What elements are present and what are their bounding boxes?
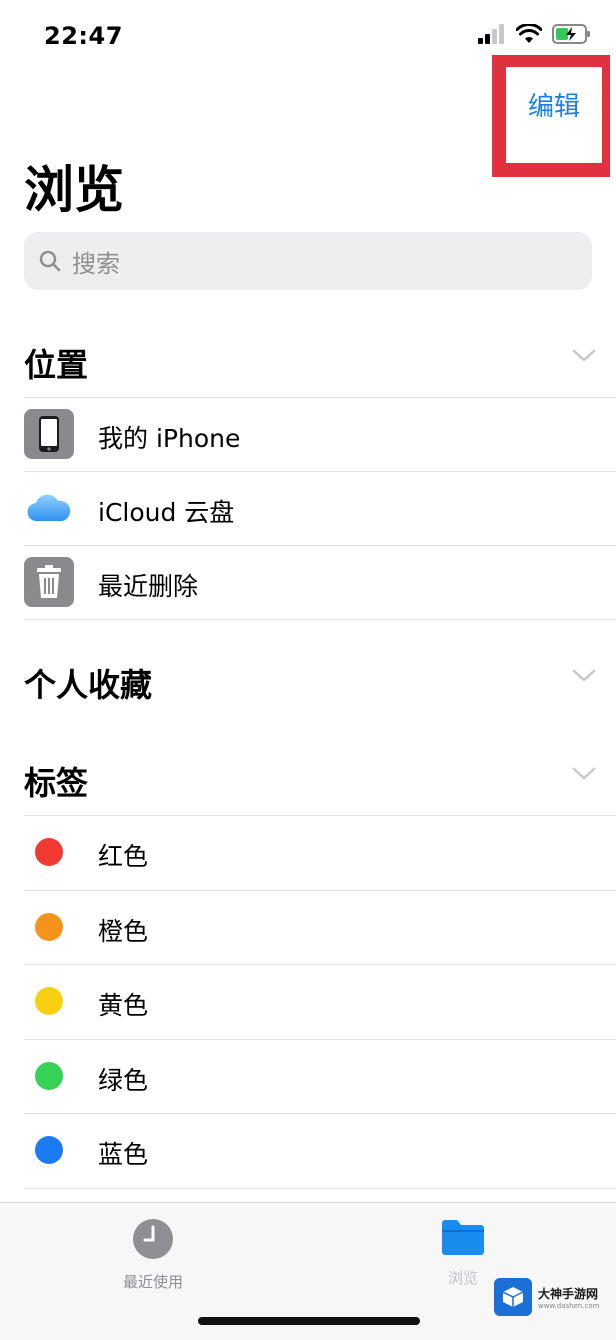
tag-item[interactable]: 蓝色 — [0, 1113, 616, 1187]
section-header-locations[interactable]: 位置 — [24, 330, 616, 390]
tag-label: 绿色 — [98, 1065, 149, 1095]
tag-item[interactable]: 绿色 — [0, 1038, 616, 1113]
tag-item[interactable]: 红色 — [0, 815, 616, 889]
tag-item[interactable]: 橙色 — [0, 889, 616, 964]
wifi-icon — [515, 23, 543, 48]
search-icon — [39, 250, 61, 272]
divider — [24, 471, 616, 472]
tag-label: 红色 — [98, 842, 149, 871]
tag-color-dot-icon — [24, 976, 74, 1026]
battery-charging-icon — [552, 24, 592, 48]
section-header-favorites[interactable]: 个人收藏 — [24, 650, 616, 710]
trash-icon — [24, 557, 74, 607]
divider — [24, 889, 616, 891]
tag-color-dot-icon — [24, 1051, 74, 1101]
search-input[interactable]: 搜索 — [24, 232, 592, 290]
tag-label: 黄色 — [98, 991, 149, 1020]
color-dot — [35, 1136, 63, 1164]
color-dot — [35, 912, 63, 941]
edit-button[interactable]: 编辑 — [506, 86, 602, 123]
watermark-subtitle: www.dashen.com — [538, 1301, 600, 1310]
tag-item[interactable]: 黄色 — [0, 964, 616, 1038]
clock-icon — [133, 1219, 173, 1259]
location-label: 我的 iPhone — [98, 424, 241, 453]
divider — [24, 1113, 616, 1114]
chevron-down-icon — [572, 669, 596, 682]
divider — [24, 397, 616, 398]
location-label: 最近删除 — [98, 572, 199, 601]
divider — [24, 964, 616, 965]
watermark-title: 大神手游网 — [538, 1286, 599, 1301]
section-header-tags[interactable]: 标签 — [24, 748, 616, 808]
tab-recents-label: 最近使用 — [122, 1273, 183, 1291]
color-dot — [35, 1061, 63, 1090]
section-title-locations: 位置 — [24, 346, 89, 384]
status-time: 22:47 — [44, 22, 123, 50]
tag-label: 橙色 — [98, 916, 149, 946]
tag-color-dot-icon — [24, 827, 74, 877]
watermark-logo-icon — [494, 1278, 532, 1316]
location-item-my-iphone[interactable]: 我的 iPhone — [0, 397, 616, 471]
tag-color-dot-icon — [24, 1125, 74, 1175]
color-dot — [35, 838, 63, 866]
cellular-signal-icon — [478, 24, 506, 48]
iphone-icon — [24, 409, 74, 459]
chevron-down-icon — [572, 349, 596, 362]
home-indicator[interactable] — [198, 1317, 420, 1325]
watermark: 大神手游网 www.dashen.com — [494, 1278, 600, 1316]
section-title-tags: 标签 — [24, 764, 89, 802]
folder-icon — [442, 1220, 484, 1255]
location-item-recently-deleted[interactable]: 最近删除 — [0, 545, 616, 619]
search-placeholder: 搜索 — [72, 249, 120, 278]
tab-recents[interactable]: 最近使用 — [78, 1217, 228, 1292]
chevron-down-icon — [572, 767, 596, 780]
location-item-icloud[interactable]: iCloud 云盘 — [0, 471, 616, 545]
divider — [24, 1187, 616, 1189]
divider — [24, 545, 616, 546]
divider — [24, 1038, 616, 1040]
page-title: 浏览 — [24, 161, 124, 219]
divider — [24, 815, 616, 816]
tag-label: 蓝色 — [98, 1140, 149, 1169]
color-dot — [35, 987, 63, 1015]
tag-color-dot-icon — [24, 902, 74, 952]
divider — [24, 619, 616, 620]
icloud-icon — [24, 483, 74, 533]
status-icons — [478, 23, 592, 48]
location-label: iCloud 云盘 — [98, 498, 235, 527]
section-title-favorites: 个人收藏 — [24, 666, 153, 704]
